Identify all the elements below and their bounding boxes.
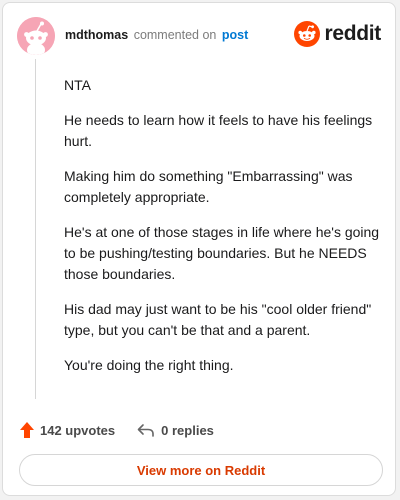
user-avatar[interactable] <box>17 17 55 55</box>
comment-body: NTA He needs to learn how it feels to ha… <box>64 75 384 390</box>
comment-paragraph: Making him do something "Embarrassing" w… <box>64 168 353 205</box>
reply-count: 0 replies <box>161 422 214 438</box>
view-more-button[interactable]: View more on Reddit <box>19 454 383 486</box>
reddit-brand[interactable]: reddit <box>294 20 381 48</box>
comment-embed-card: mdthomas commented on post reddit NTA He… <box>2 2 396 496</box>
reddit-logo-icon <box>294 21 321 47</box>
comment-paragraph: He needs to learn how it feels to have h… <box>64 112 373 149</box>
upvote-count: 142 upvotes <box>40 422 116 438</box>
comment-paragraph: You're doing the right thing. <box>64 357 234 373</box>
comment-paragraph: NTA <box>64 77 91 93</box>
snoo-avatar-icon <box>17 17 55 55</box>
thread-line <box>35 59 36 399</box>
comment-actions: 142 upvotes 0 replies <box>19 419 214 441</box>
post-link[interactable]: post <box>222 28 248 42</box>
reply-arrow-icon <box>137 424 154 437</box>
comment-header: mdthomas commented on post reddit <box>17 17 381 55</box>
reply-button[interactable]: 0 replies <box>137 422 214 438</box>
action-text: commented on <box>133 28 217 42</box>
comment-paragraph: His dad may just want to be his "cool ol… <box>64 301 372 338</box>
comment-paragraph: He's at one of those stages in life wher… <box>64 224 380 282</box>
upvote-arrow-icon <box>20 422 34 438</box>
upvote-button[interactable]: 142 upvotes <box>19 421 115 439</box>
comment-meta: mdthomas commented on post <box>65 28 248 42</box>
reddit-wordmark: reddit <box>324 22 381 45</box>
username-link[interactable]: mdthomas <box>65 28 128 42</box>
